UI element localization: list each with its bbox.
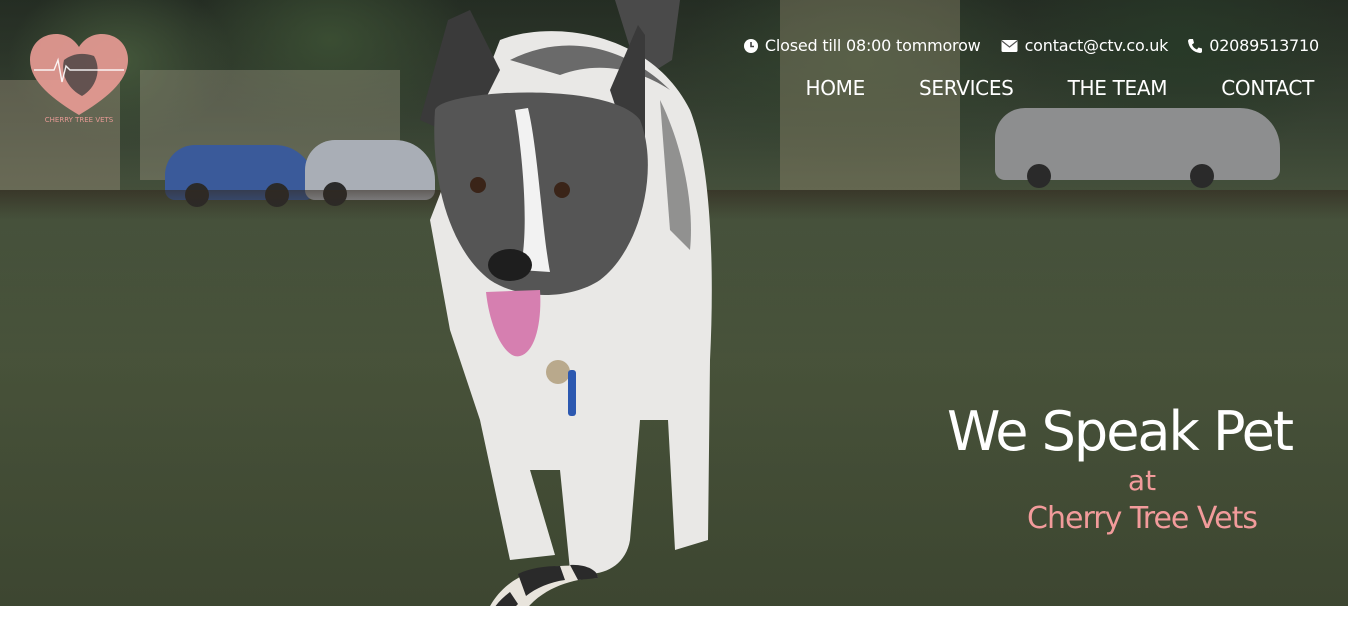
- opening-hours-text: Closed till 08:00 tommorow: [764, 36, 981, 55]
- hero-title: We Speak Pet: [947, 400, 1294, 463]
- nav-contact[interactable]: CONTACT: [1221, 76, 1314, 100]
- nav-home[interactable]: HOME: [805, 76, 865, 100]
- hero-headline: We Speak Pet at Cherry Tree Vets: [932, 396, 1294, 540]
- cat-tail: [490, 564, 598, 606]
- nav-the-team[interactable]: THE TEAM: [1068, 76, 1168, 100]
- nav-services[interactable]: SERVICES: [919, 76, 1014, 100]
- opening-hours: Closed till 08:00 tommorow: [743, 36, 981, 55]
- phone-icon: [1188, 38, 1203, 53]
- logo-text: CHERRY TREE VETS: [45, 116, 114, 124]
- envelope-icon: [1001, 39, 1018, 52]
- hero-brand-name: Cherry Tree Vets: [1027, 501, 1258, 536]
- cherry-tree-vets-logo[interactable]: CHERRY TREE VETS: [24, 30, 134, 125]
- clock-icon: [743, 38, 758, 53]
- email-link[interactable]: contact@ctv.co.uk: [1000, 36, 1169, 55]
- email-text[interactable]: contact@ctv.co.uk: [1025, 36, 1169, 55]
- phone-text[interactable]: 02089513710: [1209, 36, 1319, 55]
- background-car: [995, 108, 1280, 188]
- dog-photo: [420, 0, 712, 574]
- contact-bar: Closed till 08:00 tommorow contact@ctv.c…: [743, 36, 1319, 55]
- main-nav: HOME SERVICES THE TEAM CONTACT: [805, 76, 1314, 100]
- hero-connector: at: [1127, 464, 1157, 497]
- phone-link[interactable]: 02089513710: [1187, 36, 1319, 55]
